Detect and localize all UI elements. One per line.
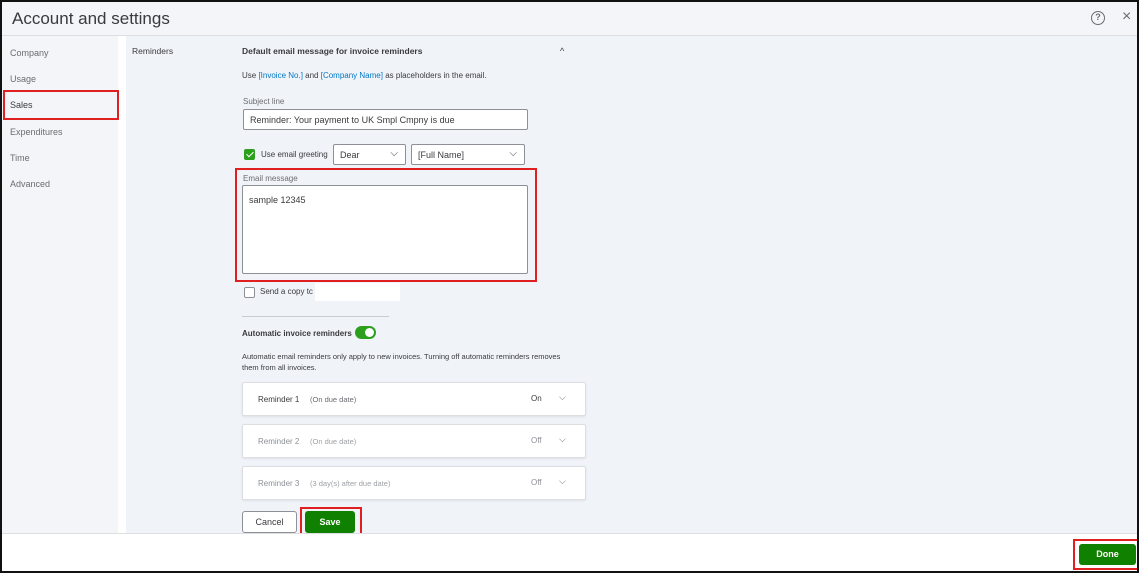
automatic-reminders-toggle[interactable] [355, 326, 376, 339]
footer-bar [2, 533, 1137, 571]
send-copy-checkbox[interactable] [244, 287, 255, 298]
section-heading: Default email message for invoice remind… [242, 46, 423, 56]
automatic-reminders-label: Automatic invoice reminders [242, 329, 352, 338]
reminder-status: Off [531, 478, 542, 487]
toggle-knob [365, 328, 374, 337]
settings-window: Account and settings ? × Company Usage S… [0, 0, 1139, 573]
section-label-reminders: Reminders [132, 46, 174, 56]
reminder-name: Reminder 2 [258, 437, 300, 446]
reminder-2-row[interactable]: Reminder 2 (On due date) Off ⌵ [242, 424, 586, 458]
done-highlight-box [1073, 539, 1137, 570]
greeting-name-select[interactable]: [Full Name] ⌵ [411, 144, 525, 165]
sales-highlight-box [3, 90, 119, 120]
header-bar: Account and settings ? × [2, 2, 1137, 36]
placeholder-help-text: Use [Invoice No.] and [Company Name] as … [242, 71, 487, 80]
chevron-down-icon: ⌵ [390, 148, 398, 159]
close-icon[interactable]: × [1122, 8, 1131, 26]
reminder-name: Reminder 3 [258, 479, 300, 488]
chevron-down-icon[interactable]: ⌵ [559, 476, 566, 487]
sidebar-item-expenditures[interactable]: Expenditures [10, 127, 63, 137]
invoice-no-placeholder-link[interactable]: [Invoice No.] [258, 71, 302, 80]
reminder-detail: (3 day(s) after due date) [310, 479, 391, 488]
sidebar-item-usage[interactable]: Usage [10, 74, 36, 84]
company-name-placeholder-link[interactable]: [Company Name] [321, 71, 383, 80]
collapse-caret-icon[interactable]: ^ [560, 46, 564, 56]
redacted-email-field [315, 283, 400, 301]
greeting-name-value: [Full Name] [418, 150, 465, 160]
chevron-down-icon[interactable]: ⌵ [559, 434, 566, 445]
email-greeting-label: Use email greeting [261, 150, 328, 159]
reminder-1-row[interactable]: Reminder 1 (On due date) On ⌵ [242, 382, 586, 416]
reminder-detail: (On due date) [310, 395, 357, 404]
sidebar-item-time[interactable]: Time [10, 153, 30, 163]
reminder-detail: (On due date) [310, 437, 357, 446]
cancel-button[interactable]: Cancel [242, 511, 297, 533]
help-circle-icon[interactable]: ? [1091, 11, 1105, 25]
send-copy-label: Send a copy tc [260, 287, 313, 296]
reminder-name: Reminder 1 [258, 395, 300, 404]
chevron-down-icon[interactable]: ⌵ [559, 392, 566, 403]
email-message-highlight-box [235, 168, 537, 282]
subject-line-input[interactable]: Reminder: Your payment to UK Smpl Cmpny … [243, 109, 528, 130]
reminder-3-row[interactable]: Reminder 3 (3 day(s) after due date) Off… [242, 466, 586, 500]
sidebar-item-company[interactable]: Company [10, 48, 49, 58]
sidebar-item-advanced[interactable]: Advanced [10, 179, 50, 189]
reminder-status: Off [531, 436, 542, 445]
reminder-status: On [531, 394, 542, 403]
window-title: Account and settings [12, 9, 170, 28]
greeting-salutation-select[interactable]: Dear ⌵ [333, 144, 406, 165]
automatic-reminders-description: Automatic email reminders only apply to … [242, 352, 561, 372]
email-greeting-checkbox[interactable] [244, 149, 255, 160]
subject-line-label: Subject line [243, 97, 285, 106]
greeting-salutation-value: Dear [340, 150, 360, 160]
section-divider [242, 316, 389, 317]
chevron-down-icon: ⌵ [509, 148, 517, 159]
